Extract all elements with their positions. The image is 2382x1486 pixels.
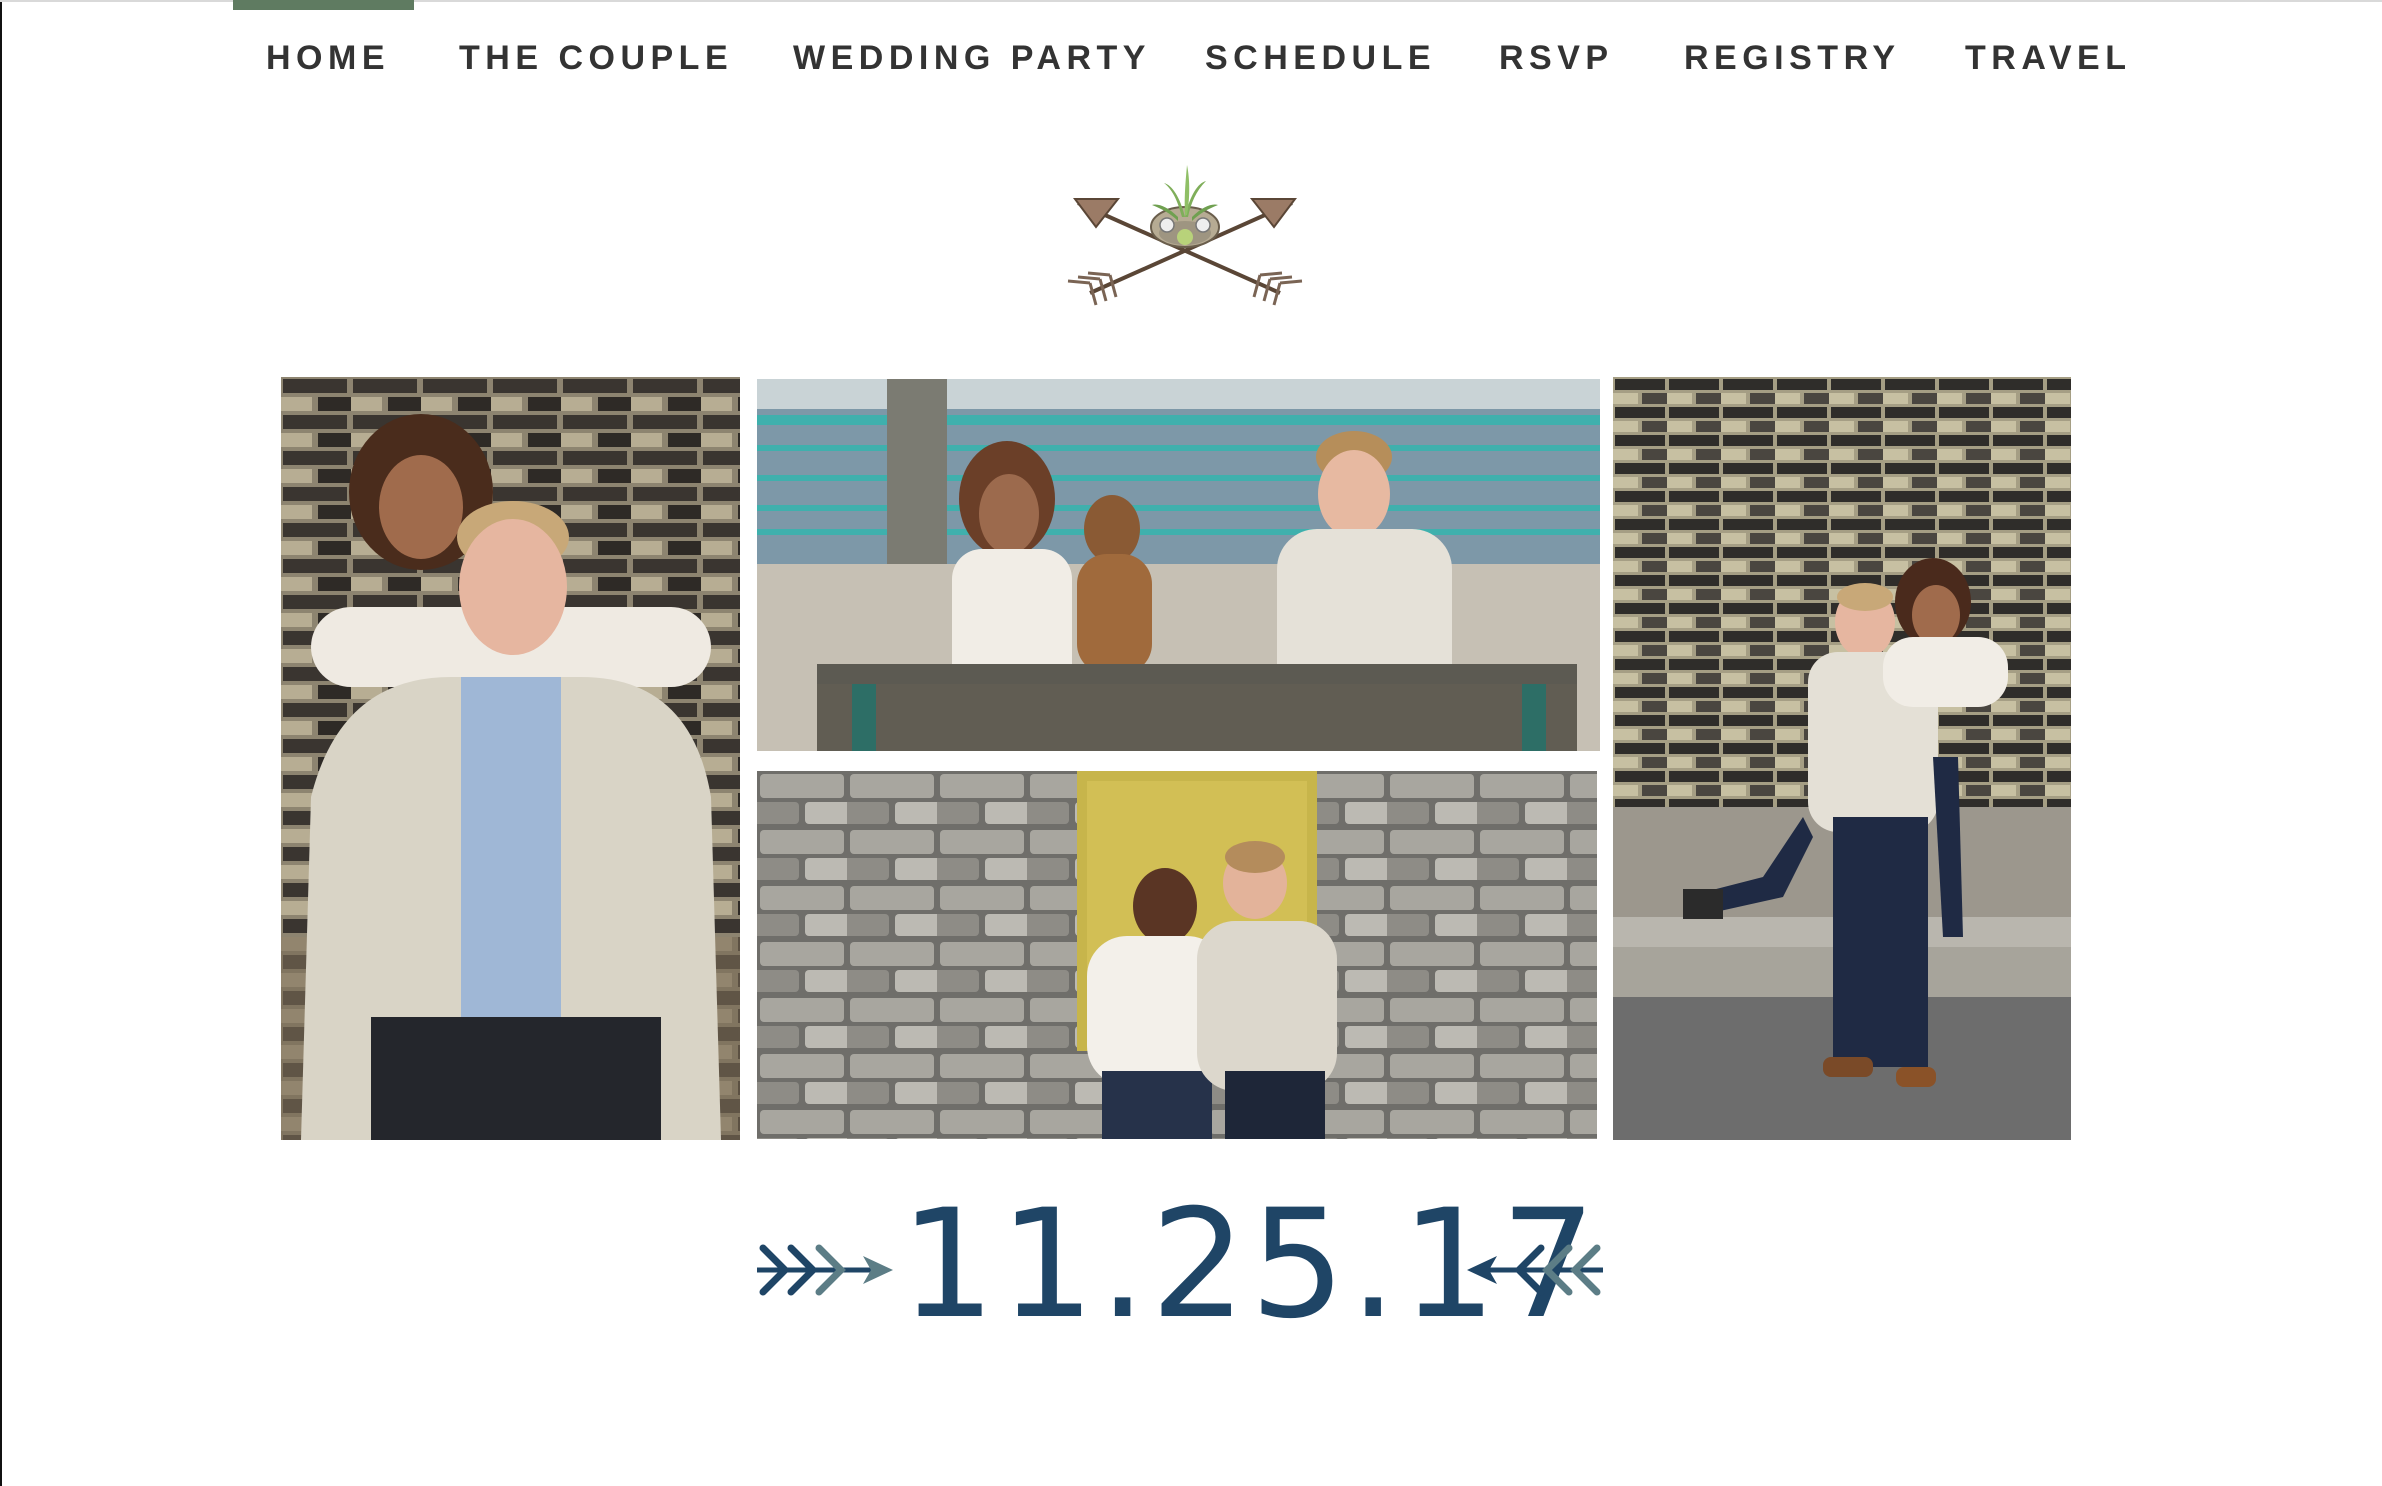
arrow-left-decoration-icon bbox=[1467, 1244, 1603, 1296]
wedding-date: 11.25.17 bbox=[900, 1178, 1600, 1352]
nav-item-the-couple[interactable]: THE COUPLE bbox=[459, 38, 733, 78]
crossed-arrows-succulent-icon bbox=[1060, 155, 1310, 310]
photo-couple-hug-brick-wall[interactable] bbox=[281, 377, 740, 1140]
nav-item-registry[interactable]: REGISTRY bbox=[1684, 38, 1901, 78]
photo-couple-bench-waterfront-with-dog[interactable] bbox=[757, 379, 1600, 751]
arrow-right-decoration-icon bbox=[757, 1244, 893, 1296]
nav-item-wedding-party[interactable]: WEDDING PARTY bbox=[793, 38, 1151, 78]
nav-item-travel[interactable]: TRAVEL bbox=[1965, 38, 2131, 78]
photo-couple-kiss-stone-wall[interactable] bbox=[757, 771, 1597, 1139]
main-navigation: HOME THE COUPLE WEDDING PARTY SCHEDULE R… bbox=[0, 0, 2382, 110]
nav-active-indicator bbox=[233, 0, 414, 10]
nav-item-home[interactable]: HOME bbox=[266, 38, 390, 78]
nav-item-schedule[interactable]: SCHEDULE bbox=[1205, 38, 1436, 78]
wedding-date-banner: 11.25.17 bbox=[0, 1175, 2382, 1355]
photo-piggyback-brick-wall[interactable] bbox=[1613, 377, 2071, 1140]
nav-item-rsvp[interactable]: RSVP bbox=[1499, 38, 1614, 78]
